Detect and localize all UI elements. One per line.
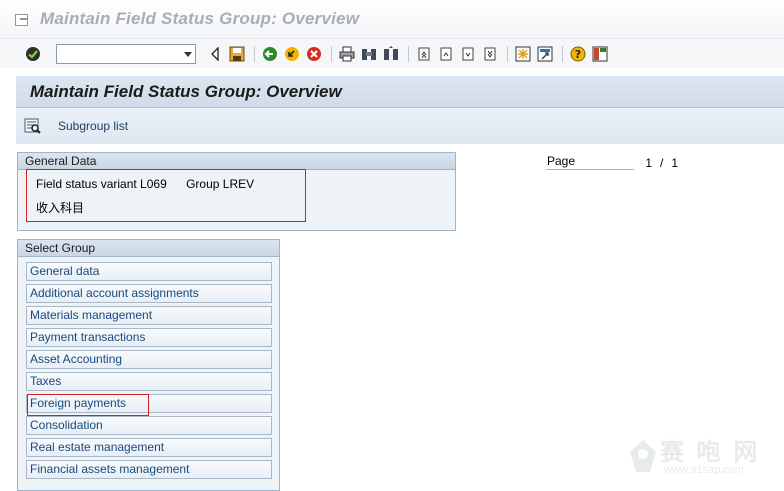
standard-toolbar: ? [0, 38, 784, 68]
first-page-icon[interactable] [415, 45, 433, 63]
save-icon[interactable] [228, 45, 246, 63]
page-total: 1 [671, 156, 679, 170]
next-page-icon[interactable] [459, 45, 477, 63]
watermark-text: 赛 咆 网 [660, 439, 761, 466]
page-separator: / [660, 156, 664, 170]
cancel-icon[interactable] [305, 45, 323, 63]
window-title: Maintain Field Status Group: Overview [40, 9, 360, 28]
group-taxes[interactable]: Taxes [26, 372, 272, 391]
toolbar-separator [562, 45, 563, 62]
group-materials-management[interactable]: Materials management [26, 306, 272, 325]
group-consolidation[interactable]: Consolidation [26, 416, 272, 435]
toolbar-separator [254, 45, 255, 62]
highlight-box-foreign-payments [27, 394, 149, 416]
enter-icon[interactable] [24, 45, 42, 63]
layout-icon[interactable] [591, 45, 609, 63]
general-data-title: General Data [18, 153, 455, 170]
toolbar-separator [507, 45, 508, 62]
print-icon[interactable] [338, 45, 356, 63]
page-label: Page [546, 154, 634, 170]
command-dropdown-icon[interactable] [184, 51, 192, 57]
screen-header: Maintain Field Status Group: Overview [16, 76, 784, 108]
shortcut-icon[interactable] [536, 45, 554, 63]
watermark-url: www.91sap.com [664, 464, 745, 476]
group-list: General data Additional account assignme… [26, 262, 272, 482]
prev-page-icon[interactable] [437, 45, 455, 63]
group-payment-transactions[interactable]: Payment transactions [26, 328, 272, 347]
create-session-icon[interactable] [514, 45, 532, 63]
find-icon[interactable] [360, 45, 378, 63]
page-indicator: Page 1 / 1 [546, 154, 678, 170]
highlight-box-general [26, 169, 306, 222]
last-page-icon[interactable] [481, 45, 499, 63]
window-menu-icon[interactable] [14, 12, 30, 26]
svg-text:?: ? [575, 48, 581, 61]
group-real-estate-management[interactable]: Real estate management [26, 438, 272, 457]
select-group-title: Select Group [18, 240, 279, 257]
help-icon[interactable]: ? [569, 45, 587, 63]
subgroup-list-button[interactable]: Subgroup list [58, 119, 128, 133]
group-general-data[interactable]: General data [26, 262, 272, 281]
back-green-icon[interactable] [261, 45, 279, 63]
toolbar-separator [408, 45, 409, 62]
watermark: 赛 咆 网 www.91sap.com [628, 432, 778, 482]
page-current: 1 [645, 156, 652, 170]
command-field[interactable] [56, 43, 196, 64]
back-icon[interactable] [206, 45, 224, 63]
group-additional-account-assignments[interactable]: Additional account assignments [26, 284, 272, 303]
exit-icon[interactable] [283, 45, 301, 63]
window-title-bar: Maintain Field Status Group: Overview [0, 0, 784, 38]
toolbar-separator [331, 45, 332, 62]
watermark-logo-icon [630, 440, 656, 472]
subgroup-list-icon[interactable] [24, 117, 42, 135]
application-toolbar: Subgroup list [16, 108, 784, 144]
find-next-icon[interactable] [382, 45, 400, 63]
group-asset-accounting[interactable]: Asset Accounting [26, 350, 272, 369]
select-group-frame: Select Group General data Additional acc… [17, 239, 280, 491]
group-financial-assets-management[interactable]: Financial assets management [26, 460, 272, 479]
page-title: Maintain Field Status Group: Overview [30, 81, 342, 101]
